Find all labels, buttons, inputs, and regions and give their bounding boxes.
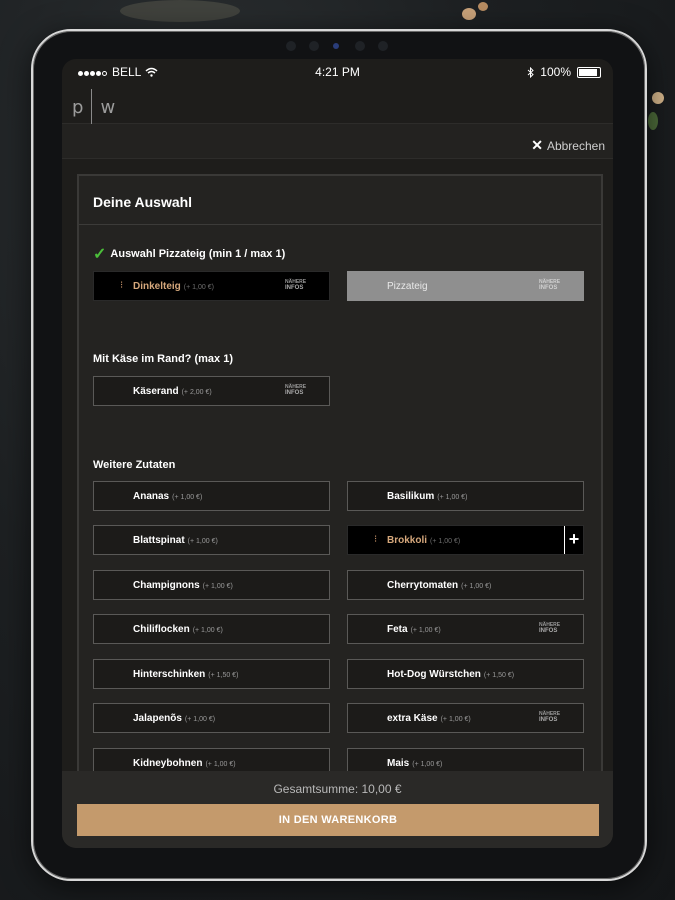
- section-label: Mit Käse im Rand? (max 1): [93, 353, 233, 365]
- divider: [79, 224, 601, 225]
- brand-logo[interactable]: p w: [72, 89, 115, 125]
- status-right: 100%: [527, 65, 601, 79]
- logo-letter-w: w: [100, 96, 116, 118]
- option-price: (+ 1,00 €): [437, 494, 468, 501]
- background-ingredient: [652, 92, 664, 104]
- order-footer: Gesamtsumme: 10,00 € IN DEN WARENKORB: [62, 771, 613, 848]
- option-price: (+ 1,50 €): [208, 672, 239, 679]
- option-price: (+ 1,00 €): [205, 761, 236, 768]
- option-feta[interactable]: Feta (+ 1,00 €) NÄHERE INFOS: [347, 614, 584, 644]
- option-label: Champignons (+ 1,00 €): [133, 580, 233, 591]
- option-label: Brokkoli (+ 1,00 €): [387, 535, 461, 546]
- section-label: Auswahl Pizzateig (min 1 / max 1): [110, 248, 286, 260]
- option-champignons[interactable]: Champignons (+ 1,00 €): [93, 570, 330, 600]
- option-label: Hot-Dog Würstchen (+ 1,50 €): [387, 669, 515, 680]
- section-heading-toppings: Weitere Zutaten: [93, 459, 175, 471]
- add-to-cart-button[interactable]: IN DEN WARENKORB: [77, 804, 599, 836]
- selected-marker-icon: ⁝: [374, 534, 378, 545]
- option-price: (+ 1,00 €): [430, 538, 461, 545]
- section-heading-dough: ✓ Auswahl Pizzateig (min 1 / max 1): [93, 244, 285, 264]
- option-label: Jalapenõs (+ 1,00 €): [133, 713, 216, 724]
- option-label: Käserand (+ 2,00 €): [133, 386, 212, 397]
- info-button[interactable]: NÄHERE INFOS: [539, 623, 560, 635]
- option-label: Pizzateig: [387, 281, 428, 292]
- option-hot-dog-wuerstchen[interactable]: Hot-Dog Würstchen (+ 1,50 €): [347, 659, 584, 689]
- panel-title: Deine Auswahl: [93, 194, 193, 210]
- option-price: (+ 1,00 €): [184, 716, 216, 723]
- option-label: Kidneybohnen (+ 1,00 €): [133, 758, 236, 769]
- camera-sensor: [286, 41, 296, 51]
- option-price: (+ 1,00 €): [172, 494, 203, 501]
- cancel-button[interactable]: ✕ Abbrechen: [531, 137, 605, 154]
- option-label: Chiliflocken (+ 1,00 €): [133, 624, 223, 635]
- add-quantity-button[interactable]: +: [564, 526, 583, 554]
- bluetooth-icon: [527, 66, 535, 78]
- option-price: (+ 2,00 €): [181, 389, 212, 396]
- camera-sensor: [355, 41, 365, 51]
- option-price: (+ 1,00 €): [202, 583, 233, 590]
- option-label: Cherrytomaten (+ 1,00 €): [387, 580, 492, 591]
- status-bar: BELL 4:21 PM 100%: [62, 59, 613, 83]
- info-button[interactable]: NÄHERE INFOS: [539, 712, 560, 724]
- close-icon: ✕: [531, 137, 543, 153]
- camera-sensor: [378, 41, 388, 51]
- option-label: Hinterschinken (+ 1,50 €): [133, 669, 239, 680]
- action-bar: ✕ Abbrechen: [62, 124, 613, 159]
- option-price: (+ 1,00 €): [183, 284, 214, 291]
- camera-sensor: [309, 41, 319, 51]
- option-price: (+ 1,00 €): [440, 716, 471, 723]
- battery-icon: [577, 66, 601, 78]
- app-header: p w: [62, 83, 613, 125]
- option-label: Ananas (+ 1,00 €): [133, 491, 203, 502]
- total-sum: Gesamtsumme: 10,00 €: [273, 782, 402, 796]
- option-cherrytomaten[interactable]: Cherrytomaten (+ 1,00 €): [347, 570, 584, 600]
- background-ingredient: [478, 2, 488, 11]
- info-button[interactable]: NÄHERE INFOS: [285, 385, 306, 397]
- selection-panel: Deine Auswahl ✓ Auswahl Pizzateig (min 1…: [77, 174, 603, 788]
- checkmark-icon: ✓: [93, 246, 107, 263]
- section-heading-cheese-crust: Mit Käse im Rand? (max 1): [93, 353, 233, 365]
- option-label: extra Käse (+ 1,00 €): [387, 713, 471, 724]
- info-button[interactable]: NÄHERE INFOS: [285, 280, 306, 292]
- option-price: (+ 1,00 €): [192, 627, 223, 634]
- option-chiliflocken[interactable]: Chiliflocken (+ 1,00 €): [93, 614, 330, 644]
- option-hinterschinken[interactable]: Hinterschinken (+ 1,50 €): [93, 659, 330, 689]
- background-ingredient: [120, 0, 240, 22]
- section-label: Weitere Zutaten: [93, 459, 176, 471]
- cancel-label: Abbrechen: [546, 138, 605, 153]
- option-label: Dinkelteig (+ 1,00 €): [133, 281, 214, 292]
- logo-divider: [91, 89, 93, 125]
- option-label: Blattspinat (+ 1,00 €): [133, 535, 218, 546]
- info-button[interactable]: NÄHERE INFOS: [539, 280, 560, 292]
- option-kaeserand[interactable]: Käserand (+ 2,00 €) NÄHERE INFOS: [93, 376, 330, 406]
- option-dinkelteig[interactable]: ⁝ Dinkelteig (+ 1,00 €) NÄHERE INFOS: [93, 271, 330, 301]
- logo-letter-p: p: [72, 96, 84, 118]
- app-screen: BELL 4:21 PM 100% p w ✕ Abbrechen Deine …: [62, 59, 613, 848]
- battery-percent: 100%: [540, 65, 571, 79]
- option-ananas[interactable]: Ananas (+ 1,00 €): [93, 481, 330, 511]
- selected-marker-icon: ⁝: [120, 280, 124, 291]
- option-price: (+ 1,00 €): [410, 627, 441, 634]
- option-price: (+ 1,00 €): [412, 761, 443, 768]
- option-blattspinat[interactable]: Blattspinat (+ 1,00 €): [93, 525, 330, 555]
- camera-lens: [333, 43, 339, 49]
- option-jalapenos[interactable]: Jalapenõs (+ 1,00 €): [93, 703, 330, 733]
- option-extra-kaese[interactable]: extra Käse (+ 1,00 €) NÄHERE INFOS: [347, 703, 584, 733]
- option-pizzateig[interactable]: Pizzateig NÄHERE INFOS: [347, 271, 584, 301]
- option-brokkoli[interactable]: ⁝ Brokkoli (+ 1,00 €) +: [347, 525, 584, 555]
- option-price: (+ 1,00 €): [461, 583, 492, 590]
- option-label: Mais (+ 1,00 €): [387, 758, 443, 769]
- background-ingredient: [462, 8, 476, 20]
- background-ingredient: [648, 112, 658, 130]
- option-basilikum[interactable]: Basilikum (+ 1,00 €): [347, 481, 584, 511]
- option-price: (+ 1,50 €): [483, 672, 515, 679]
- option-label: Feta (+ 1,00 €): [387, 624, 441, 635]
- option-label: Basilikum (+ 1,00 €): [387, 491, 468, 502]
- option-price: (+ 1,00 €): [187, 538, 218, 545]
